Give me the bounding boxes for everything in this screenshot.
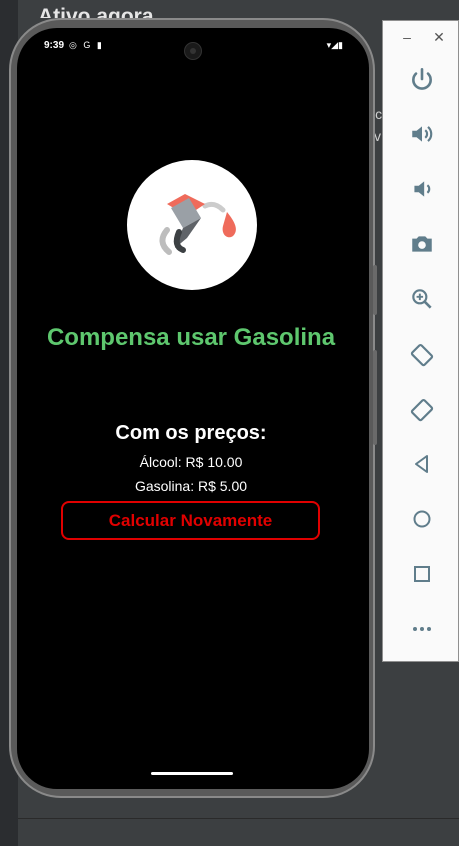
home-button[interactable] [400, 499, 444, 539]
back-icon [415, 455, 428, 473]
close-button[interactable]: ✕ [429, 29, 449, 46]
home-icon [413, 510, 431, 528]
background-window-title: Ativo agora [38, 5, 154, 18]
rotate-left-button[interactable] [400, 334, 444, 374]
volume-up-button[interactable] [400, 114, 444, 154]
gesture-home-indicator[interactable] [151, 772, 233, 775]
overview-icon [414, 566, 430, 582]
minimize-button[interactable]: – [397, 29, 417, 45]
recalculate-button[interactable]: Calcular Novamente [61, 501, 320, 540]
status-system-icons: ▾◢▮ [326, 40, 343, 50]
rotate-right-icon [410, 398, 434, 422]
back-button[interactable] [400, 444, 444, 484]
status-bar: 9:39 ◎ G ▮ ▾◢▮ [17, 36, 369, 60]
power-icon [412, 67, 432, 90]
more-button[interactable] [400, 609, 444, 649]
fuel-pump-icon [159, 194, 236, 255]
camera-icon [412, 236, 432, 252]
zoom-button[interactable] [400, 279, 444, 319]
phone-side-button [373, 265, 377, 315]
volume-up-icon [412, 126, 433, 142]
overview-button[interactable] [400, 554, 444, 594]
gasolina-price: Gasolina: R$ 5.00 [134, 478, 248, 494]
emulator-toolbar: – ✕ [382, 20, 459, 662]
more-icon [413, 627, 431, 631]
fuel-logo [127, 160, 257, 290]
prices-heading: Com os preços: [115, 422, 267, 444]
background-divider [18, 818, 459, 819]
power-button[interactable] [400, 59, 444, 99]
rotate-left-icon [410, 343, 434, 367]
phone-side-button [373, 350, 377, 445]
result-title: Compensa usar Gasolina [46, 324, 336, 351]
status-notification-icons: ◎ G ▮ [69, 40, 104, 50]
zoom-icon [412, 289, 432, 309]
rotate-right-button[interactable] [400, 389, 444, 429]
volume-down-icon [414, 181, 431, 197]
alcool-price: Álcool: R$ 10.00 [139, 454, 243, 470]
background-text-fragment: v [374, 128, 381, 144]
front-camera [184, 42, 202, 60]
phone-screen: 9:39 ◎ G ▮ ▾◢▮ Compensa usar Gasolina Co… [17, 28, 369, 789]
status-time: 9:39 [44, 40, 65, 51]
screenshot-button[interactable] [400, 224, 444, 264]
volume-down-button[interactable] [400, 169, 444, 209]
